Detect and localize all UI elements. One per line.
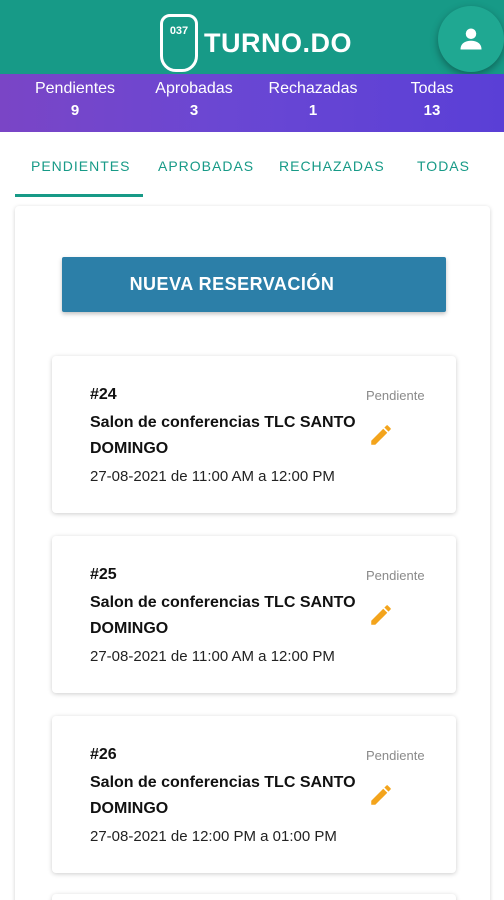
- pencil-icon[interactable]: [368, 782, 394, 808]
- app-logo: 037 TURNO.DO: [160, 14, 352, 72]
- stat-count: 3: [189, 102, 199, 119]
- tab-bar: PENDIENTES APROBADAS RECHAZADAS TODAS: [0, 132, 504, 198]
- stat-pendientes: Pendientes 9: [15, 80, 135, 119]
- new-reservation-button[interactable]: NUEVA RESERVACIÓN: [62, 257, 471, 312]
- reservation-number: #25: [90, 566, 117, 583]
- reservation-title: Salon de conferencias TLC SANTO DOMINGO: [90, 594, 356, 637]
- reservation-status: Pendiente: [366, 748, 425, 763]
- new-reservation-label: NUEVA RESERVACIÓN: [129, 274, 335, 294]
- reservation-date: 27-08-2021 de 11:00 AM a 12:00 PM: [90, 648, 335, 665]
- reservation-date: 27-08-2021 de 11:00 AM a 12:00 PM: [90, 468, 335, 485]
- reservation-title: Salon de conferencias TLC SANTO DOMINGO: [90, 414, 356, 457]
- stat-count: 1: [308, 102, 318, 119]
- reservation-number: #26: [90, 746, 117, 763]
- reservation-card[interactable]: #24 Salon de conferencias TLC SANTO DOMI…: [52, 356, 456, 513]
- logo-text: TURNO.DO: [204, 27, 352, 58]
- active-tab-indicator: [15, 194, 143, 197]
- reservation-status: Pendiente: [366, 568, 425, 583]
- stat-count: 13: [423, 102, 441, 119]
- stat-todas: Todas 13: [372, 80, 492, 119]
- stat-label: Pendientes: [34, 80, 116, 97]
- logo-mark-icon: 037: [160, 14, 198, 72]
- stat-rechazadas: Rechazadas 1: [253, 80, 373, 119]
- stat-label: Aprobadas: [155, 80, 233, 97]
- stat-aprobadas: Aprobadas 3: [134, 80, 254, 119]
- tab-aprobadas[interactable]: APROBADAS: [158, 158, 254, 174]
- logo-badge: 037: [169, 25, 189, 37]
- stats-bar: Pendientes 9 Aprobadas 3 Rechazadas 1 To…: [0, 74, 504, 132]
- pencil-icon[interactable]: [368, 602, 394, 628]
- reservation-title: Salon de conferencias TLC SANTO DOMINGO: [90, 774, 356, 817]
- profile-button[interactable]: [438, 6, 504, 72]
- tab-pendientes[interactable]: PENDIENTES: [31, 158, 130, 174]
- person-icon: [460, 28, 482, 50]
- reservation-status: Pendiente: [366, 388, 425, 403]
- reservation-number: #24: [90, 386, 117, 403]
- tab-rechazadas[interactable]: RECHAZADAS: [279, 158, 385, 174]
- stat-label: Todas: [410, 80, 454, 97]
- reservation-card[interactable]: [52, 894, 456, 900]
- tab-todas[interactable]: TODAS: [417, 158, 470, 174]
- stat-count: 9: [70, 102, 80, 119]
- add-check-icon: [451, 276, 471, 295]
- stat-label: Rechazadas: [268, 80, 358, 97]
- app-header: 037 TURNO.DO: [0, 0, 504, 74]
- reservation-card[interactable]: #26 Salon de conferencias TLC SANTO DOMI…: [52, 716, 456, 873]
- pencil-icon[interactable]: [368, 422, 394, 448]
- reservation-card[interactable]: #25 Salon de conferencias TLC SANTO DOMI…: [52, 536, 456, 693]
- reservation-date: 27-08-2021 de 12:00 PM a 01:00 PM: [90, 828, 337, 845]
